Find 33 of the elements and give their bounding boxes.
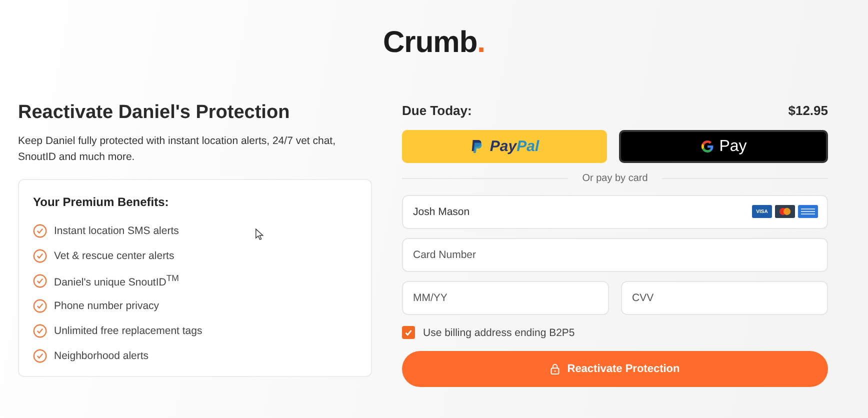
check-circle-icon [33,248,47,262]
due-amount: $12.95 [788,102,828,118]
benefit-text: Neighborhood alerts [54,350,149,362]
due-label: Due Today: [402,102,472,118]
benefit-text: Phone number privacy [54,300,160,312]
check-circle-icon [33,224,47,238]
cursor-icon [255,228,264,241]
benefit-text: Vet & rescue center alerts [54,250,174,262]
amex-card-icon [798,205,818,218]
checkbox-label: Use billing address ending B2P5 [423,326,575,338]
benefits-title: Your Premium Benefits: [33,195,170,209]
check-circle-icon [33,324,47,338]
benefit-text: Unlimited free replacement tags [54,324,202,336]
page-title: Reactivate Daniel's Protection [18,102,291,124]
check-circle-icon [33,274,47,288]
card-number-field[interactable]: Card Number [402,238,828,272]
divider-text: Or pay by card [582,173,648,184]
cvv-field[interactable]: CVV [621,281,828,315]
expiry-field[interactable]: MM/YY [402,281,609,315]
google-logo-icon [700,139,716,154]
logo: Crumb. [382,26,485,61]
check-circle-icon [33,298,47,312]
benefit-text: Instant location SMS alerts [54,224,179,236]
paypal-logo-icon [470,139,483,154]
google-pay-button[interactable]: Pay [619,130,828,163]
benefit-text: Daniel's unique SnoutID$^{TM}$ [54,272,179,288]
checkmark-icon [403,327,414,338]
lock-icon [550,363,560,375]
checkbox[interactable] [402,326,415,339]
paypal-button[interactable]: PayPal [402,130,607,163]
mastercard-icon [775,205,795,218]
check-circle-icon [33,348,47,362]
description: Keep Daniel fully protected with instant location alerts, 24/7 vet chat, SnoutID and much more. [18,134,337,165]
